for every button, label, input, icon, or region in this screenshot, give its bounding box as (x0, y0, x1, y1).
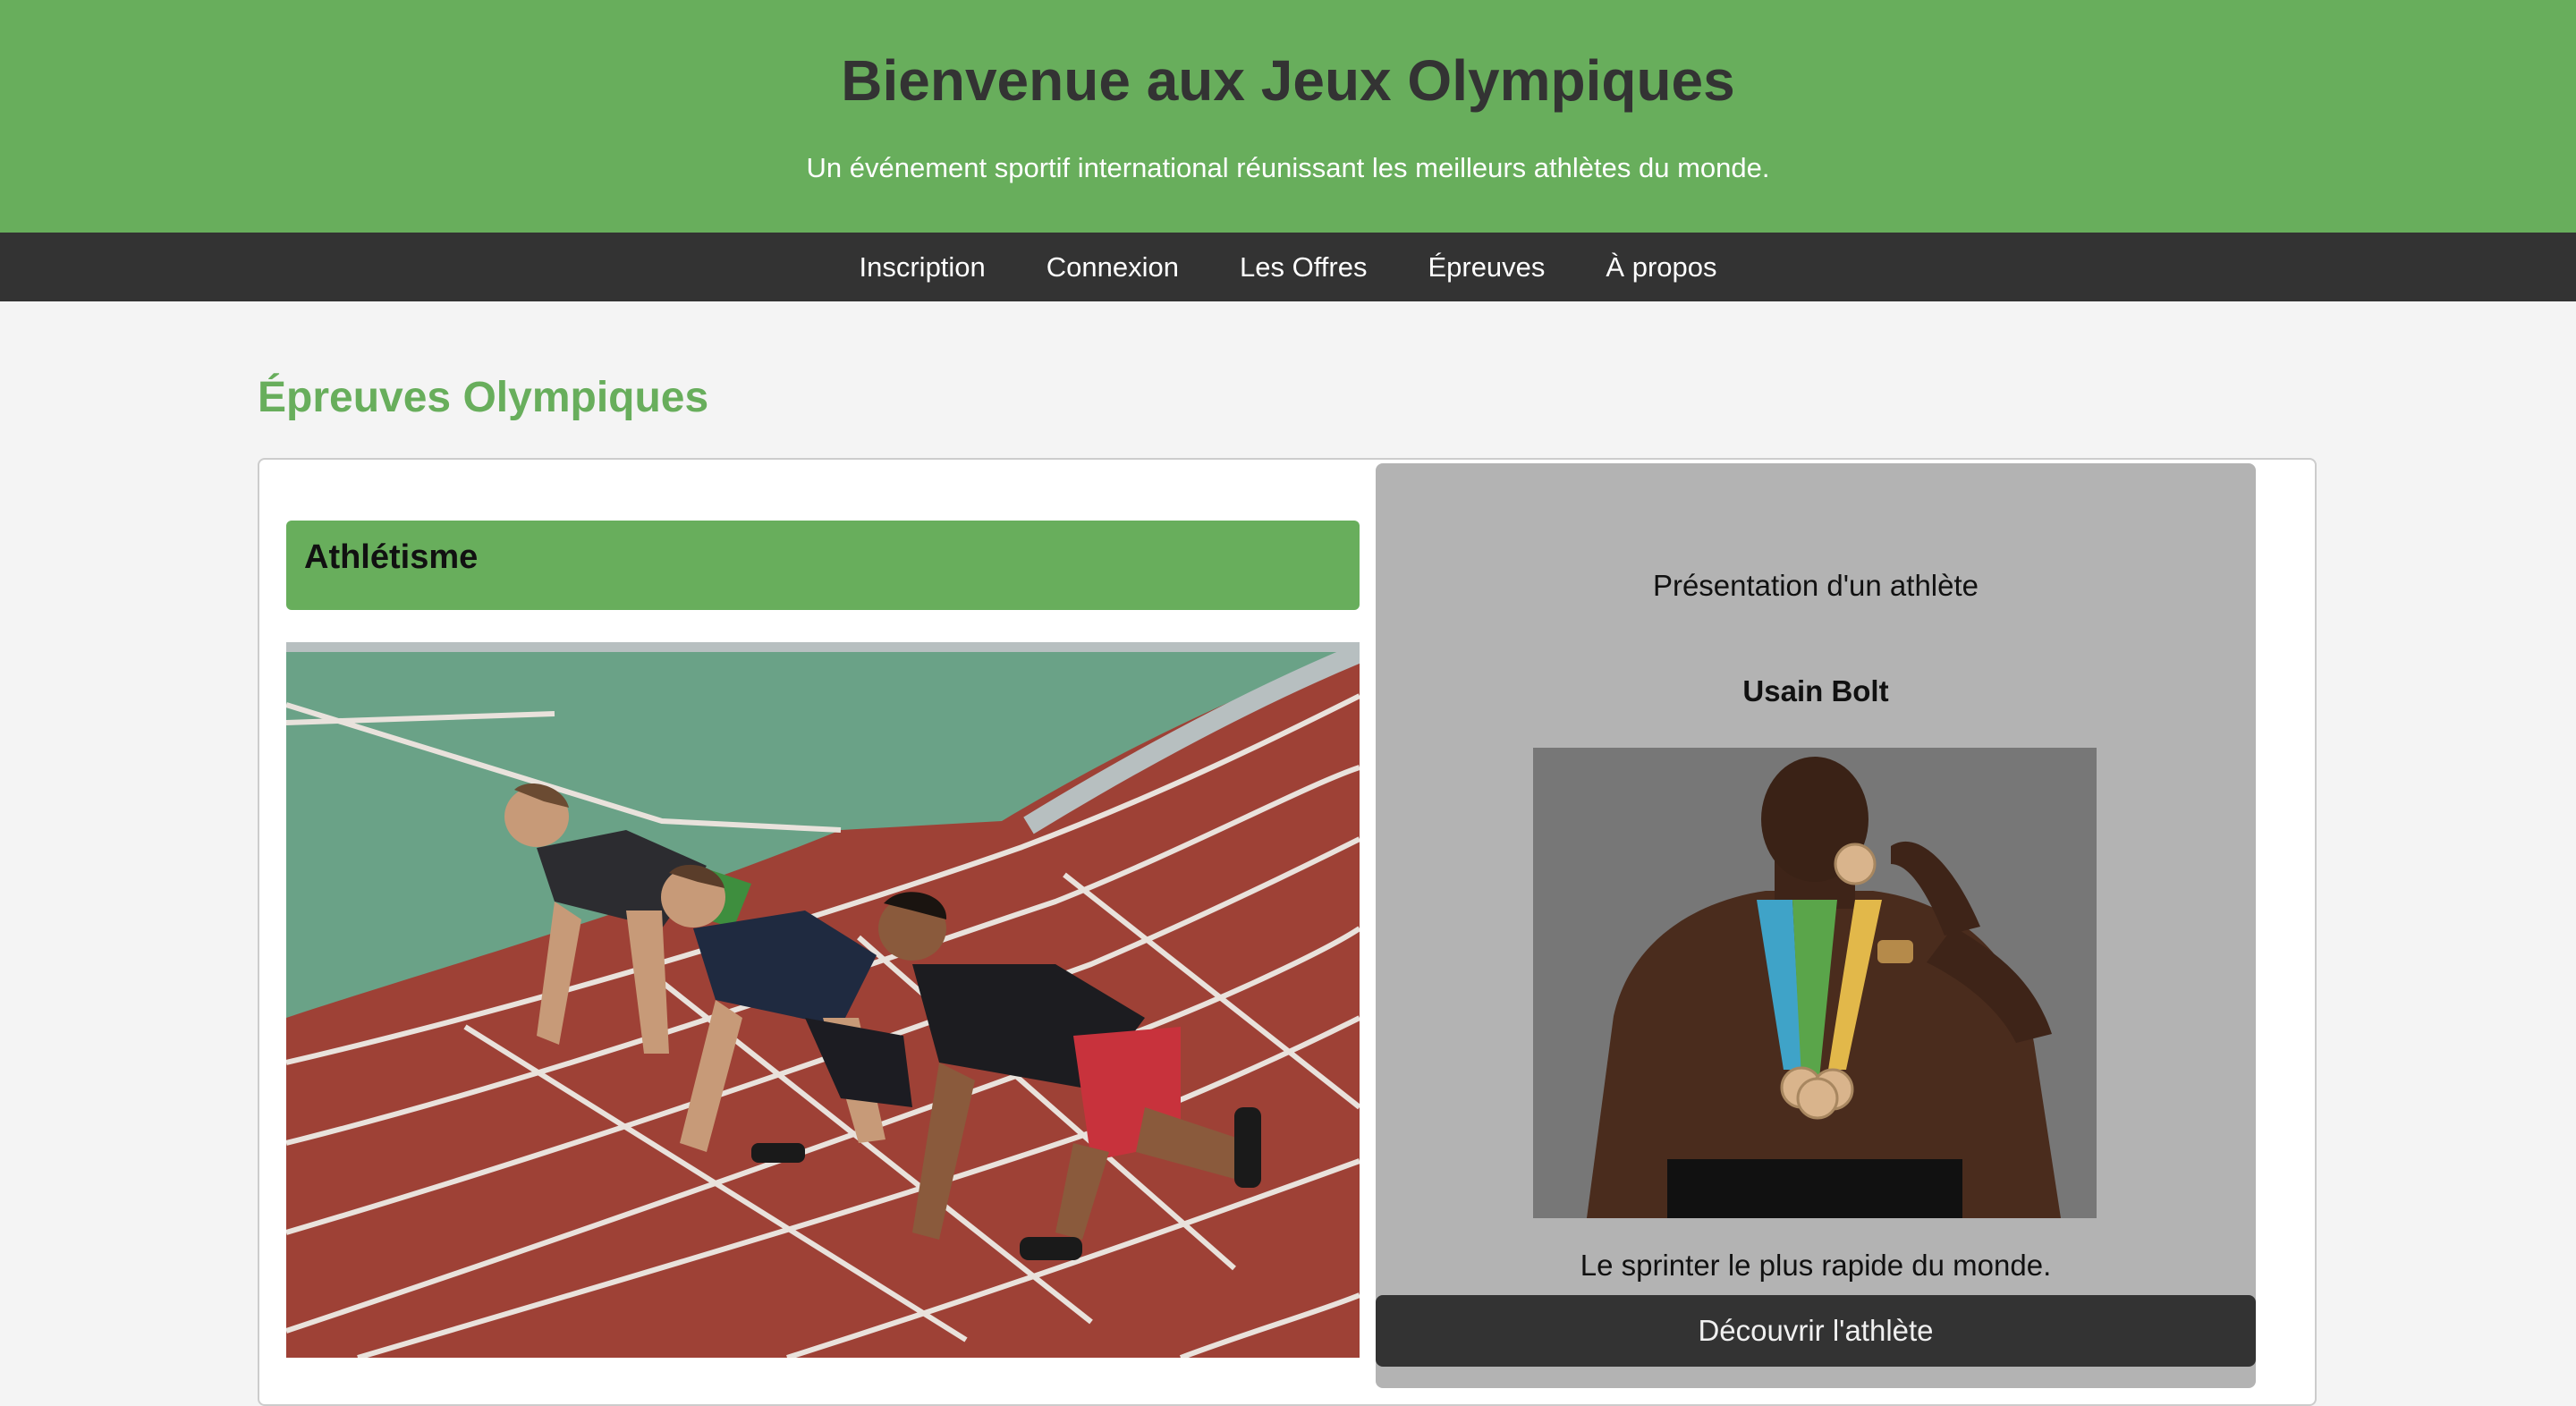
athlete-card-heading: Présentation d'un athlète (1652, 569, 1979, 602)
nav-item-inscription[interactable]: Inscription (860, 233, 986, 301)
nav-item-offres[interactable]: Les Offres (1240, 233, 1367, 301)
nav-item-epreuves[interactable]: Épreuves (1428, 233, 1545, 301)
site-title: Bienvenue aux Jeux Olympiques (841, 48, 1735, 113)
section-title: Épreuves Olympiques (258, 374, 709, 421)
athlete-card: Présentation d'un athlète Usain Bolt Le … (1376, 463, 2256, 1388)
athlete-with-medals-photo (1533, 748, 2097, 1218)
event-card-header: Athlétisme (286, 521, 1360, 610)
athlete-name: Usain Bolt (1742, 674, 1889, 707)
site-subtitle: Un événement sportif international réuni… (806, 152, 1770, 183)
events-container: Athlétisme Présentation d'un athlète Usa… (258, 458, 2317, 1406)
sprinters-at-starting-line-photo (286, 642, 1360, 1358)
nav-item-connexion[interactable]: Connexion (1046, 233, 1179, 301)
nav-item-a-propos[interactable]: À propos (1606, 233, 1716, 301)
event-title: Athlétisme (304, 538, 479, 576)
site-header: Bienvenue aux Jeux Olympiques Un événeme… (0, 0, 2576, 233)
main-nav: Inscription Connexion Les Offres Épreuve… (0, 233, 2576, 301)
athlete-description: Le sprinter le plus rapide du monde. (1580, 1249, 2052, 1282)
discover-athlete-button[interactable]: Découvrir l'athlète (1376, 1295, 2256, 1367)
